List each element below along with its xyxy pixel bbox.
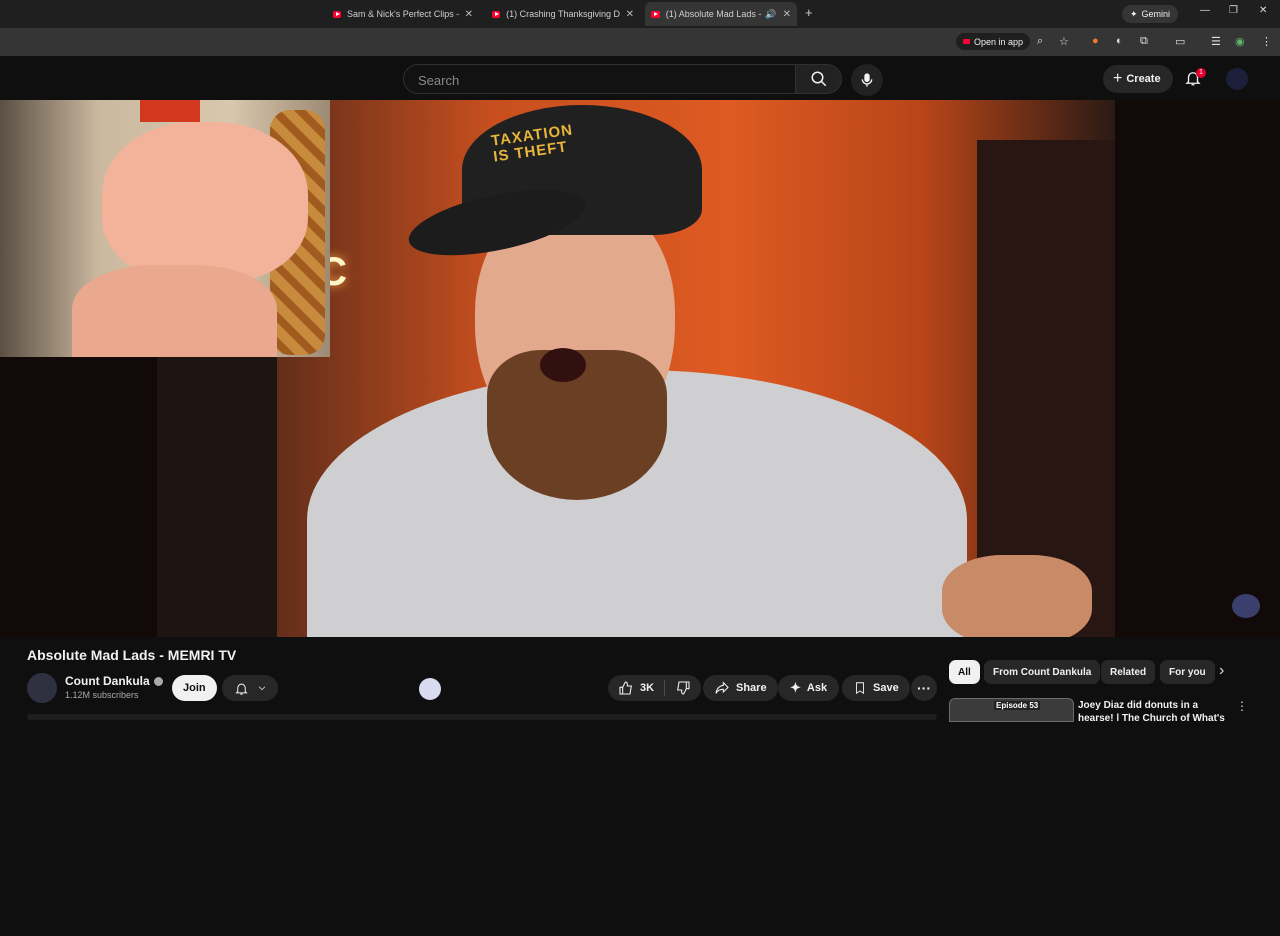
like-dislike-group: 3K: [608, 675, 702, 701]
gemini-label: Gemini: [1141, 9, 1171, 19]
browser-toolbar: Open in app ⌕ ☆ ● ◐ ⧉ ▭ ☰ ◉ ⋮: [0, 28, 1280, 56]
dislike-button[interactable]: [665, 680, 701, 696]
sparkle-icon: ✦: [790, 680, 801, 695]
chevron-right-icon[interactable]: ›: [1219, 662, 1224, 680]
tab-close-icon[interactable]: ✕: [783, 9, 791, 20]
search-icon: [811, 71, 826, 87]
search-input[interactable]: [416, 72, 780, 89]
filter-chip-for-you[interactable]: For you: [1160, 660, 1215, 684]
tab-title: (1) Absolute Mad Lads - MI: [665, 9, 762, 19]
verified-check-icon: [153, 677, 163, 687]
save-label: Save: [873, 682, 899, 694]
video-player[interactable]: OC TAXATION IS THEFT: [0, 100, 1280, 637]
restore-icon[interactable]: ❐: [1229, 5, 1238, 16]
minimize-icon[interactable]: —: [1200, 5, 1210, 16]
emoji-sticker-icon: [419, 678, 441, 700]
youtube-masthead: + Create 1: [0, 56, 1280, 100]
tab-title: Sam & Nick's Perfect Clips - Yo: [347, 9, 459, 19]
bookmark-icon: [856, 682, 864, 695]
save-button[interactable]: Save: [842, 675, 910, 701]
pink-plush: [102, 122, 308, 282]
search-button[interactable]: [796, 64, 842, 94]
webcam-overlay: [0, 100, 330, 357]
more-horizontal-icon: ···: [917, 680, 931, 696]
youtube-favicon-icon: [492, 10, 501, 18]
gemini-icon: ✦: [1130, 8, 1138, 19]
open-in-app-label: Open in app: [974, 36, 1024, 47]
microphone-icon: [861, 73, 873, 87]
filter-chip-from-channel[interactable]: From Count Dankula: [984, 660, 1101, 684]
browser-tab[interactable]: (1) Crashing Thanksgiving Dinn ✕: [492, 4, 634, 24]
recommended-video-title[interactable]: Joey Diaz did donuts in a hearse! | The …: [1078, 699, 1228, 721]
tab-close-icon[interactable]: ✕: [465, 9, 473, 20]
open-in-app-button[interactable]: Open in app: [956, 33, 1031, 50]
episode-badge: Episode 53: [994, 701, 1041, 710]
tab-title: (1) Crashing Thanksgiving Dinn: [506, 9, 620, 19]
zoom-icon[interactable]: ⌕: [1037, 35, 1043, 48]
thumbs-up-icon: [619, 681, 632, 695]
voice-search-button[interactable]: [851, 64, 883, 96]
subscription-notifications-button[interactable]: [222, 675, 278, 701]
channel-name-wrap[interactable]: Count Dankula: [65, 674, 163, 688]
browser-menu-icon[interactable]: ⋮: [1261, 35, 1272, 48]
description-box-edge: [27, 714, 937, 720]
share-button[interactable]: Share: [703, 675, 778, 701]
share-arrow-icon: [715, 681, 729, 694]
browser-tab[interactable]: Sam & Nick's Perfect Clips - Yo ✕: [333, 4, 473, 24]
search-box[interactable]: [403, 64, 796, 94]
thumbs-down-icon: [677, 681, 690, 695]
video-title: Absolute Mad Lads - MEMRI TV: [27, 647, 237, 663]
reading-list-icon[interactable]: ☰: [1211, 35, 1221, 48]
profile-avatar-icon[interactable]: ◉: [1235, 35, 1245, 48]
bookmark-star-icon[interactable]: ☆: [1059, 35, 1069, 48]
youtube-logo-icon: [963, 39, 970, 44]
extensions-puzzle-icon[interactable]: ⧉: [1140, 35, 1148, 48]
channel-watermark-icon[interactable]: [1232, 594, 1260, 618]
youtube-favicon-icon: [651, 10, 660, 18]
youtube-favicon-icon: [333, 10, 342, 18]
tab-close-icon[interactable]: ✕: [626, 9, 634, 20]
create-button[interactable]: + Create: [1103, 65, 1173, 93]
channel-avatar[interactable]: [27, 673, 57, 703]
cast-icon[interactable]: ▭: [1175, 35, 1185, 48]
extension-icon[interactable]: ◐: [1116, 35, 1123, 47]
like-count: 3K: [640, 682, 655, 694]
speaker-icon[interactable]: 🔊: [765, 9, 776, 20]
notification-badge: 1: [1196, 68, 1206, 78]
recommended-video-thumbnail[interactable]: Episode 53: [949, 698, 1074, 722]
share-label: Share: [736, 682, 767, 694]
browser-tab-active[interactable]: (1) Absolute Mad Lads - MI 🔊 ✕: [645, 2, 797, 26]
channel-name[interactable]: Count Dankula: [65, 674, 150, 688]
bell-icon: [234, 683, 248, 695]
join-button[interactable]: Join: [172, 675, 217, 701]
filter-chip-all[interactable]: All: [949, 660, 980, 684]
more-vertical-icon[interactable]: ⋮: [1236, 699, 1248, 713]
ask-button[interactable]: ✦ Ask: [778, 675, 840, 701]
like-button[interactable]: 3K: [608, 680, 664, 696]
account-avatar[interactable]: [1226, 68, 1248, 90]
chevron-down-icon: [258, 686, 265, 691]
subscriber-count: 1.12M subscribers: [65, 690, 139, 700]
browser-tab-strip: Sam & Nick's Perfect Clips - Yo ✕ (1) Cr…: [0, 0, 1280, 28]
close-window-icon[interactable]: ✕: [1259, 5, 1267, 16]
filter-chip-related[interactable]: Related: [1101, 660, 1156, 684]
more-actions-button[interactable]: ···: [911, 675, 937, 701]
plus-icon: +: [1113, 70, 1123, 87]
ask-label: Ask: [806, 682, 828, 694]
extension-icon[interactable]: ●: [1092, 35, 1099, 47]
gemini-button[interactable]: ✦ Gemini: [1122, 5, 1179, 23]
new-tab-icon[interactable]: +: [805, 5, 813, 20]
create-label: Create: [1126, 73, 1161, 85]
